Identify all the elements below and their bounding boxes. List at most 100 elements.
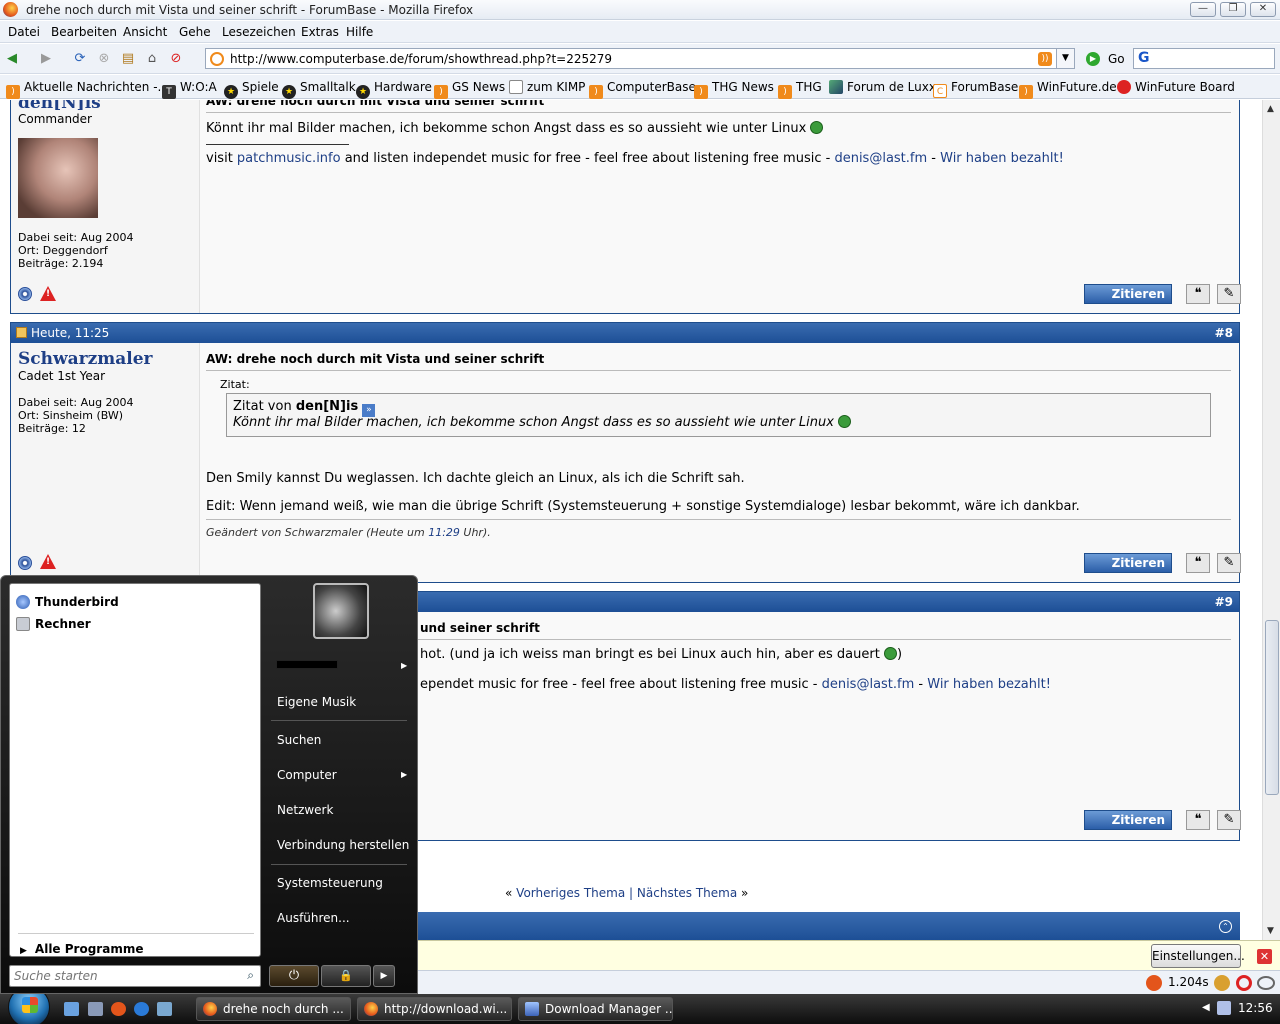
rss-feed-icon[interactable]: )): [1038, 52, 1052, 66]
go-arrow-icon[interactable]: ▶: [1086, 52, 1100, 66]
network-tray-icon[interactable]: [1217, 1001, 1231, 1015]
forward-icon[interactable]: ▶: [38, 51, 54, 67]
close-button[interactable]: ✕: [1250, 2, 1276, 17]
media-player-icon[interactable]: [134, 1002, 149, 1016]
bookmark-item[interactable]: ) ComputerBase: [589, 80, 696, 99]
bookmark-item[interactable]: WinFuture Board: [1117, 80, 1235, 94]
bookmark-item[interactable]: ) Aktuelle Nachrichten -...: [6, 80, 169, 99]
window-titlebar[interactable]: drehe noch durch mit Vista und seiner sc…: [0, 0, 1280, 20]
quote-button[interactable]: Zitieren: [1084, 810, 1172, 830]
multiquote-button[interactable]: ❝: [1186, 810, 1210, 830]
start-item-suchen[interactable]: Suchen: [277, 733, 321, 747]
print-icon[interactable]: ▤: [120, 51, 136, 67]
switch-windows-icon[interactable]: [88, 1002, 103, 1016]
taskbar-item[interactable]: http://download.wi...: [357, 997, 512, 1021]
tray-expand-icon[interactable]: ◀: [1202, 1002, 1210, 1013]
previous-thread-link[interactable]: Vorheriges Thema: [516, 886, 625, 900]
bookmark-item[interactable]: ) THG News: [694, 80, 774, 99]
bookmark-item[interactable]: ★ Spiele: [224, 80, 279, 99]
scrollbar-thumb[interactable]: [1265, 620, 1279, 795]
menu-extras[interactable]: Extras: [301, 25, 339, 39]
home-icon[interactable]: ⌂: [144, 51, 160, 67]
settings-button[interactable]: Einstellungen...: [1151, 944, 1245, 968]
block-icon[interactable]: [1236, 975, 1252, 991]
bookmark-item[interactable]: ★ Hardware: [356, 80, 432, 99]
tool-icon[interactable]: [157, 1002, 172, 1016]
start-search-box[interactable]: ⌕: [9, 965, 261, 987]
start-item-netzwerk[interactable]: Netzwerk: [277, 803, 333, 817]
post-number[interactable]: #9: [1215, 595, 1233, 609]
bookmark-item[interactable]: ) GS News: [434, 80, 505, 99]
report-icon[interactable]: [18, 287, 32, 301]
next-thread-link[interactable]: Nächstes Thema: [637, 886, 737, 900]
start-item-eigene-musik[interactable]: Eigene Musik: [277, 695, 356, 709]
warning-icon[interactable]: [40, 286, 56, 301]
start-item-verbindung[interactable]: Verbindung herstellen: [277, 838, 409, 852]
bookmark-item[interactable]: T W:O:A: [162, 80, 217, 99]
face-icon[interactable]: [1214, 975, 1230, 991]
url-bar[interactable]: http://www.computerbase.de/forum/showthr…: [205, 48, 1075, 69]
bookmark-item[interactable]: ) THG: [778, 80, 822, 99]
user-picture[interactable]: [313, 583, 369, 639]
collapse-icon[interactable]: ⌃: [1219, 920, 1232, 933]
shutdown-options-button[interactable]: ▶: [373, 965, 395, 987]
reload-icon[interactable]: ⟳: [72, 51, 88, 67]
menu-lesezeichen[interactable]: Lesezeichen: [222, 25, 296, 39]
multiquote-button[interactable]: ❝: [1186, 284, 1210, 304]
lock-button[interactable]: 🔒: [321, 965, 371, 987]
power-button[interactable]: ⏻: [269, 965, 319, 987]
edit-button[interactable]: ✎: [1217, 284, 1241, 304]
scroll-up-icon[interactable]: ▲: [1267, 104, 1274, 114]
program-rechner[interactable]: Rechner: [16, 617, 91, 631]
bezahlt-link[interactable]: Wir haben bezahlt!: [927, 677, 1051, 692]
lastfm-link[interactable]: denis@last.fm: [834, 151, 927, 166]
taskbar-item[interactable]: drehe noch durch ...: [196, 997, 351, 1021]
maximize-button[interactable]: ❐: [1220, 2, 1246, 17]
post-username[interactable]: Schwarzmaler: [18, 349, 152, 369]
all-programs-button[interactable]: ▶ Alle Programme: [20, 942, 143, 956]
minimize-button[interactable]: —: [1190, 2, 1216, 17]
edit-button[interactable]: ✎: [1217, 810, 1241, 830]
bookmark-item[interactable]: Forum de Luxx: [829, 80, 936, 94]
firefox-quicklaunch-icon[interactable]: [111, 1002, 126, 1016]
url-text[interactable]: http://www.computerbase.de/forum/showthr…: [230, 52, 612, 66]
quote-button[interactable]: Zitieren: [1084, 553, 1172, 573]
menu-hilfe[interactable]: Hilfe: [346, 25, 373, 39]
go-button[interactable]: Go: [1108, 52, 1125, 66]
start-item-systemsteuerung[interactable]: Systemsteuerung: [277, 876, 383, 890]
menu-bearbeiten[interactable]: Bearbeiten: [51, 25, 117, 39]
clock[interactable]: 12:56: [1238, 1001, 1273, 1015]
start-item-computer[interactable]: Computer: [277, 768, 337, 782]
bookmark-item[interactable]: C ForumBase: [933, 80, 1018, 98]
quote-button[interactable]: Zitieren: [1084, 284, 1172, 304]
lastfm-link[interactable]: denis@last.fm: [822, 677, 915, 692]
page-scrollbar[interactable]: ▲ ▼: [1262, 100, 1280, 940]
back-icon[interactable]: ◀: [4, 51, 20, 67]
edit-button[interactable]: ✎: [1217, 553, 1241, 573]
show-desktop-icon[interactable]: [64, 1002, 79, 1016]
taskbar-item[interactable]: Download Manager ...: [518, 997, 673, 1021]
patchmusic-link[interactable]: patchmusic.info: [237, 151, 341, 166]
adblock-icon[interactable]: ⊘: [168, 51, 184, 67]
url-dropdown-icon[interactable]: ▼: [1056, 49, 1074, 68]
bookmark-item[interactable]: ★ Smalltalk: [282, 80, 356, 99]
bookmark-item[interactable]: ) WinFuture.de: [1019, 80, 1117, 99]
menu-datei[interactable]: Datei: [8, 25, 40, 39]
user-name-redacted[interactable]: [276, 660, 338, 669]
start-search-input[interactable]: [14, 968, 234, 984]
scroll-down-icon[interactable]: ▼: [1267, 926, 1274, 936]
bookmark-item[interactable]: zum KIMP: [509, 80, 585, 94]
menu-gehe[interactable]: Gehe: [179, 25, 211, 39]
start-item-ausfuehren[interactable]: Ausführen...: [277, 911, 350, 925]
stop-icon[interactable]: ⊗: [96, 51, 112, 67]
bezahlt-link[interactable]: Wir haben bezahlt!: [940, 151, 1064, 166]
eye-icon[interactable]: [1257, 976, 1275, 990]
warning-icon[interactable]: [40, 554, 56, 569]
program-thunderbird[interactable]: Thunderbird: [16, 595, 119, 609]
close-notification-icon[interactable]: ✕: [1257, 949, 1272, 964]
extension-icon[interactable]: [1146, 975, 1162, 991]
multiquote-button[interactable]: ❝: [1186, 553, 1210, 573]
post-number[interactable]: #8: [1215, 326, 1233, 340]
menu-ansicht[interactable]: Ansicht: [123, 25, 167, 39]
report-icon[interactable]: [18, 556, 32, 570]
